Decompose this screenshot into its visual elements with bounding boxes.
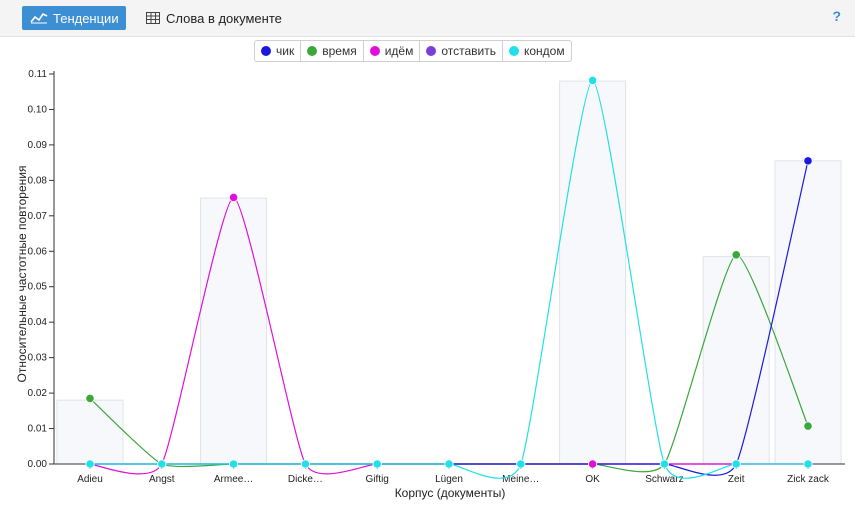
series-line-1 bbox=[89, 254, 809, 473]
data-point[interactable] bbox=[229, 459, 239, 469]
background-bar-0 bbox=[56, 399, 124, 465]
data-point[interactable] bbox=[731, 250, 741, 260]
legend-label: кондом bbox=[523, 44, 565, 58]
trends-chart: 0.00 0.01 0.02 0.03 0.04 0.05 0.06 0.07 0.08 0.09… bbox=[15, 69, 845, 500]
tab-words-in-document[interactable]: Слова в документе bbox=[146, 6, 282, 30]
x-tick-label: Armee… bbox=[214, 474, 253, 485]
data-point[interactable] bbox=[731, 459, 741, 469]
series-line-4 bbox=[89, 79, 808, 479]
x-tick-label: OK bbox=[585, 474, 600, 485]
tab-trends-label: Тенденции bbox=[53, 10, 119, 26]
y-tick-label: 0.01 bbox=[28, 424, 48, 435]
table-icon bbox=[146, 12, 160, 24]
y-tick-label: 0.10 bbox=[28, 104, 48, 115]
tab-trends[interactable]: Тенденции bbox=[22, 6, 126, 30]
y-tick-label: 0.03 bbox=[28, 353, 48, 364]
chart-legend: чик время идём отставить кондом bbox=[254, 40, 572, 62]
background-bar-10 bbox=[774, 160, 842, 465]
toolbar: Тенденции Слова в документе ? bbox=[0, 0, 855, 37]
data-point[interactable] bbox=[372, 459, 382, 469]
x-tick-label: Giftig bbox=[366, 474, 389, 485]
x-tick-label: Zeit bbox=[728, 474, 745, 485]
data-point[interactable] bbox=[444, 459, 454, 469]
x-tick-label: Schwarz bbox=[645, 474, 683, 485]
y-tick-label: 0.08 bbox=[28, 175, 48, 186]
legend-swatch bbox=[508, 46, 519, 56]
legend-swatch bbox=[307, 46, 318, 56]
data-point[interactable] bbox=[516, 459, 526, 469]
series-line-2 bbox=[89, 196, 808, 475]
data-point[interactable] bbox=[659, 459, 670, 469]
x-tick-label: Dicke… bbox=[288, 474, 323, 485]
y-tick-label: 0.09 bbox=[28, 140, 48, 151]
data-point[interactable] bbox=[85, 393, 95, 404]
background-bar-7 bbox=[559, 80, 627, 465]
y-tick-label: 0.04 bbox=[28, 317, 48, 328]
data-point[interactable] bbox=[587, 459, 598, 469]
data-point[interactable] bbox=[229, 192, 239, 202]
legend-label: идём bbox=[384, 44, 414, 58]
legend-label: время bbox=[322, 44, 357, 58]
line-chart-icon bbox=[30, 12, 48, 24]
legend-item-otstavit[interactable]: отставить bbox=[420, 41, 503, 61]
tab-words-label: Слова в документе bbox=[166, 10, 282, 26]
y-tick-label: 0.11 bbox=[28, 69, 47, 80]
x-tick-label: Meine… bbox=[502, 474, 539, 485]
legend-item-vremya[interactable]: время bbox=[301, 41, 364, 61]
legend-item-chik[interactable]: чик bbox=[255, 41, 302, 61]
data-point[interactable] bbox=[300, 459, 310, 469]
x-tick-label: Lügen bbox=[435, 474, 463, 485]
legend-label: чик bbox=[276, 44, 295, 58]
y-tick-label: 0.07 bbox=[28, 211, 48, 222]
data-point[interactable] bbox=[803, 421, 813, 431]
y-tick-label: 0.05 bbox=[28, 282, 48, 293]
legend-swatch bbox=[426, 46, 437, 56]
legend-swatch bbox=[369, 46, 380, 56]
y-axis-title: Относительные частотные повторения bbox=[15, 166, 29, 383]
y-tick-label: 0.06 bbox=[28, 246, 48, 257]
y-tick-label: 0.00 bbox=[28, 459, 48, 470]
legend-item-idem[interactable]: идём bbox=[364, 41, 421, 61]
data-point[interactable] bbox=[157, 459, 167, 469]
x-tick-label: Angst bbox=[149, 474, 175, 485]
x-axis-title: Корпус (документы) bbox=[395, 486, 506, 500]
legend-item-kondom[interactable]: кондом bbox=[503, 41, 571, 61]
data-point[interactable] bbox=[587, 75, 598, 85]
background-bar-9 bbox=[702, 256, 770, 465]
legend-label: отставить bbox=[441, 44, 496, 58]
x-tick-label: Adieu bbox=[77, 474, 103, 485]
data-point[interactable] bbox=[803, 459, 813, 469]
help-button[interactable]: ? bbox=[832, 8, 841, 24]
x-tick-label: Zick zack bbox=[787, 474, 830, 485]
background-bar-2 bbox=[200, 197, 268, 465]
y-tick-label: 0.02 bbox=[28, 388, 48, 399]
legend-swatch bbox=[261, 46, 271, 56]
series-line-0 bbox=[89, 160, 809, 476]
data-point[interactable] bbox=[803, 156, 813, 166]
data-point[interactable] bbox=[85, 459, 95, 469]
